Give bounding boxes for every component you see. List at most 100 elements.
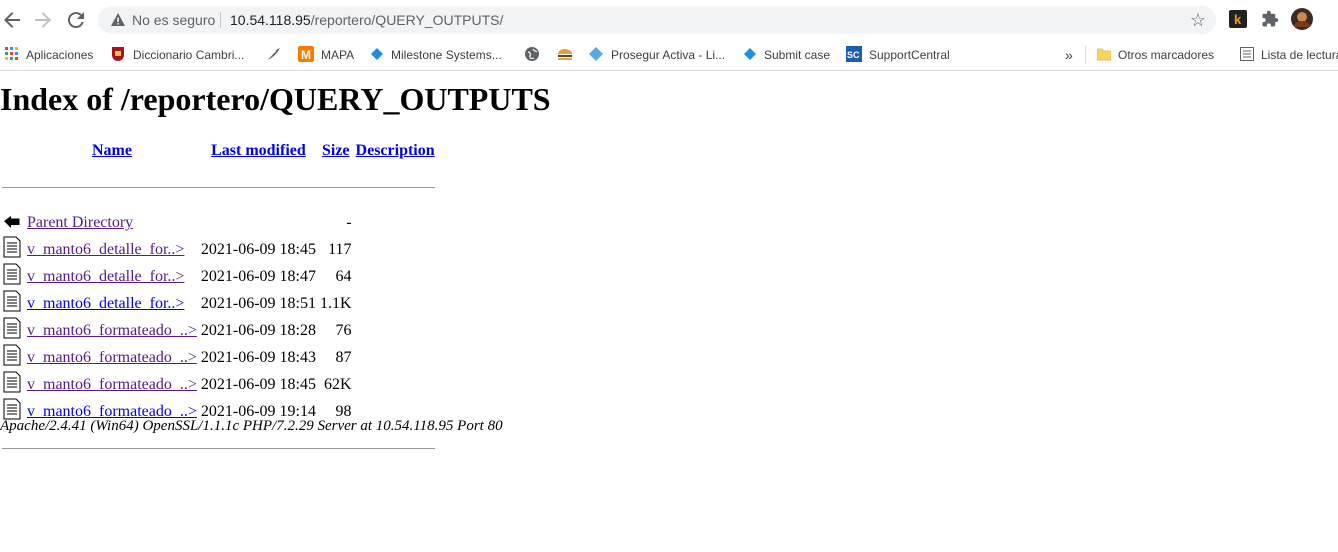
security-status[interactable]: No es seguro <box>132 12 215 28</box>
sort-by-size-link[interactable]: Size <box>322 142 350 159</box>
back-arrow-icon[interactable] <box>0 8 24 32</box>
url-text[interactable]: 10.54.118.95/reportero/QUERY_OUTPUTS/ <box>230 12 503 28</box>
text-file-icon <box>0 263 25 290</box>
name-cell: v_manto6_formateado_..> <box>25 344 199 371</box>
size-cell: 76 <box>335 321 352 339</box>
svg-text:M: M <box>301 48 311 62</box>
star-bookmark-icon[interactable]: ☆ <box>1190 9 1206 31</box>
mapa-icon: M <box>298 45 314 65</box>
text-file-icon <box>0 344 25 371</box>
bookmarks-divider <box>1085 46 1086 64</box>
file-link[interactable]: v_manto6_formateado_..> <box>27 403 197 420</box>
warning-triangle-icon[interactable] <box>110 12 126 28</box>
bookmarks-bar: Aplicaciones Diccionario Cambri... M MAP… <box>0 40 1338 71</box>
sort-by-name-link[interactable]: Name <box>92 142 132 159</box>
profile-avatar-icon[interactable] <box>1291 8 1313 30</box>
sc-icon: SC <box>846 45 862 65</box>
table-row: v_manto6_formateado_..> 2021-06-09 18:28… <box>0 317 437 344</box>
globe-icon <box>524 46 540 65</box>
file-link[interactable]: v_manto6_formateado_..> <box>27 376 197 393</box>
bookmark-feather[interactable] <box>265 44 288 66</box>
bookmark-label: Milestone Systems... <box>391 48 502 62</box>
browser-toolbar: No es seguro 10.54.118.95/reportero/QUER… <box>0 0 1338 40</box>
file-link[interactable]: v_manto6_detalle_for..> <box>27 241 184 258</box>
sort-by-description-link[interactable]: Description <box>356 142 435 159</box>
diamond-icon <box>370 47 384 64</box>
folder-icon <box>1096 47 1112 64</box>
file-link[interactable]: v_manto6_detalle_for..> <box>27 268 184 285</box>
file-link[interactable]: v_manto6_formateado_..> <box>27 349 197 366</box>
reading-list-button[interactable]: Lista de lectura <box>1240 44 1338 66</box>
modified-cell: 2021-06-09 18:51 <box>200 294 316 312</box>
kaspersky-extension-icon[interactable]: k <box>1229 10 1247 28</box>
divider-row <box>0 161 437 210</box>
bookmark-label: Lista de lectura <box>1261 48 1338 62</box>
directory-listing-table: Name Last modified Size Description Pare… <box>0 141 437 461</box>
bookmark-burger[interactable] <box>556 44 581 66</box>
bookmark-diccionario[interactable]: Diccionario Cambri... <box>110 44 244 66</box>
reading-list-icon <box>1240 46 1254 64</box>
size-cell: 64 <box>335 267 352 285</box>
size-cell: 117 <box>328 240 352 258</box>
bookmark-label: Otros marcadores <box>1118 48 1215 62</box>
table-row: v_manto6_formateado_..> 2021-06-09 18:45… <box>0 371 437 398</box>
description-cell <box>354 290 437 317</box>
bookmark-mapa[interactable]: M MAPA <box>298 44 354 66</box>
description-cell <box>354 263 437 290</box>
bookmark-supportcentral[interactable]: SC SupportCentral <box>846 44 950 66</box>
bookmark-aplicaciones[interactable]: Aplicaciones <box>5 44 93 66</box>
parent-directory-cell: Parent Directory - <box>25 210 354 236</box>
bookmark-prosegur[interactable]: Prosegur Activa - Li... <box>588 44 725 66</box>
modified-column-header: Last modified <box>199 141 318 161</box>
file-link[interactable]: v_manto6_formateado_..> <box>27 322 197 339</box>
text-file-icon <box>0 236 25 263</box>
sort-by-modified-link[interactable]: Last modified <box>211 142 306 159</box>
size-column-header: Size <box>318 141 354 161</box>
page-title: Index of /reportero/QUERY_OUTPUTS <box>0 81 551 117</box>
page-content: Index of /reportero/QUERY_OUTPUTS Name L… <box>0 71 1338 552</box>
parent-size: - <box>346 214 352 231</box>
bookmark-label: SupportCentral <box>869 48 950 62</box>
table-row: v_manto6_detalle_for..> 2021-06-09 18:51… <box>0 290 437 317</box>
name-cell: v_manto6_detalle_for..> <box>25 236 199 263</box>
forward-arrow-icon[interactable] <box>31 8 55 32</box>
text-file-icon <box>0 290 25 317</box>
text-file-icon <box>0 317 25 344</box>
bookmark-otros-marcadores[interactable]: Otros marcadores <box>1096 44 1215 66</box>
reload-icon[interactable] <box>64 8 88 32</box>
description-column-header: Description <box>354 141 437 161</box>
divider <box>2 447 435 449</box>
modified-cell: 2021-06-09 18:28 <box>200 321 316 339</box>
diamond-icon <box>743 47 757 64</box>
name-cell: v_manto6_detalle_for..> <box>25 263 199 290</box>
feather-icon <box>265 46 281 65</box>
burger-icon <box>556 46 574 65</box>
table-row: Parent Directory - <box>0 210 437 236</box>
url-path: /reportero/QUERY_OUTPUTS/ <box>310 12 504 28</box>
parent-directory-link[interactable]: Parent Directory <box>27 214 133 231</box>
svg-text:k: k <box>1234 12 1242 27</box>
bookmark-submit-case[interactable]: Submit case <box>743 44 830 66</box>
name-column-header: Name <box>25 141 199 161</box>
description-cell <box>354 236 437 263</box>
file-link[interactable]: v_manto6_detalle_for..> <box>27 295 184 312</box>
apps-grid-icon <box>5 46 19 64</box>
description-cell <box>354 317 437 344</box>
bookmark-label: Diccionario Cambri... <box>133 48 245 62</box>
description-cell <box>354 344 437 371</box>
bookmark-milestone[interactable]: Milestone Systems... <box>370 44 502 66</box>
more-bookmarks-chevron-icon[interactable]: » <box>1065 44 1073 66</box>
svg-text:SC: SC <box>847 50 860 60</box>
divider <box>2 186 435 188</box>
puzzle-extensions-icon[interactable] <box>1261 10 1279 28</box>
url-host: 10.54.118.95 <box>230 12 311 28</box>
table-row: v_manto6_formateado_..> 2021-06-09 18:43… <box>0 344 437 371</box>
bookmark-label: MAPA <box>321 48 355 62</box>
text-file-icon <box>0 371 25 398</box>
name-cell: v_manto6_detalle_for..> <box>25 290 199 317</box>
size-cell: 62K <box>323 375 352 393</box>
address-bar[interactable]: No es seguro 10.54.118.95/reportero/QUER… <box>98 6 1216 34</box>
table-row: v_manto6_detalle_for..> 2021-06-09 18:45… <box>0 236 437 263</box>
bookmark-label: Aplicaciones <box>26 48 94 62</box>
bookmark-globe[interactable] <box>524 44 547 66</box>
